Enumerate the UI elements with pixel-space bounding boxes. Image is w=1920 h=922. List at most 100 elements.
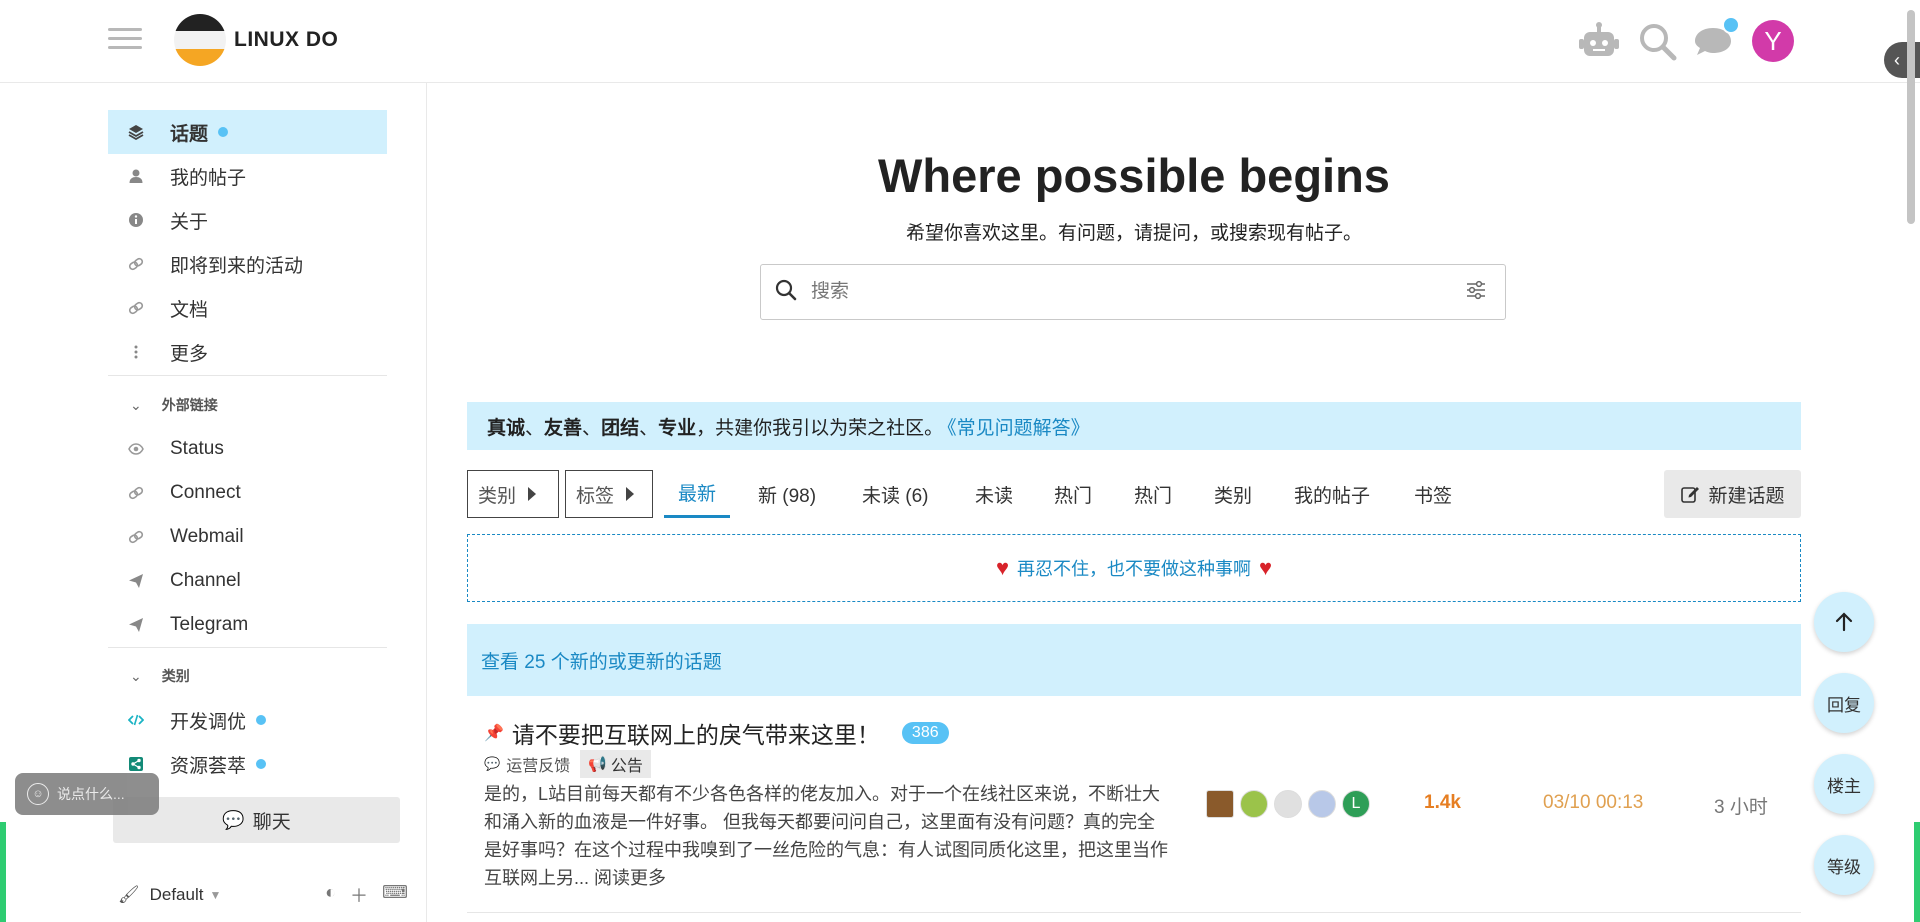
- owner-fab[interactable]: 楼主: [1814, 754, 1874, 814]
- tab-categories[interactable]: 类别: [1214, 470, 1252, 518]
- tab-hot[interactable]: 热门: [1054, 470, 1092, 518]
- unread-dot: [218, 127, 229, 137]
- sidebar-item-status[interactable]: Status: [108, 427, 387, 471]
- keyboard-icon[interactable]: ⌨: [382, 882, 408, 908]
- tab-my-posts[interactable]: 我的帖子: [1294, 470, 1370, 518]
- category-filter-dropdown[interactable]: 类别: [467, 470, 559, 518]
- tab-new[interactable]: 新 (98): [758, 470, 816, 518]
- reply-count-badge[interactable]: 386: [901, 722, 949, 744]
- poster-avatar[interactable]: [1274, 790, 1302, 818]
- banner-separator: 、: [582, 417, 602, 439]
- page-scrollbar[interactable]: [1906, 0, 1916, 922]
- chat-bubble-icon[interactable]: [1692, 16, 1740, 62]
- sidebar-item-label: Telegram: [170, 614, 249, 635]
- chevron-down-icon: ⌄: [130, 667, 142, 684]
- topic-created-date[interactable]: 03/10 00:13: [1543, 792, 1643, 814]
- topic-posters: L: [1206, 790, 1370, 818]
- sidebar-item-label: Webmail: [170, 526, 244, 547]
- tab-top[interactable]: 热门: [1134, 470, 1172, 518]
- edit-icon: [1681, 487, 1700, 503]
- read-more-link[interactable]: 阅读更多: [594, 868, 666, 888]
- search-box: [760, 264, 1506, 320]
- sidebar-item-about[interactable]: 关于: [108, 198, 387, 242]
- reply-fab[interactable]: 回复: [1814, 673, 1874, 733]
- sidebar-divider: [108, 375, 387, 376]
- theme-switcher: 🖌 Default ▼ ◐ ＋ ⌨: [118, 880, 408, 910]
- tag-filter-dropdown[interactable]: 标签: [565, 470, 653, 518]
- banner-value: 专业: [658, 417, 697, 439]
- topic-excerpt: 是的，L站目前每天都有不少各色各样的佬友加入。对于一个在线社区来说，不断壮大和涌…: [484, 780, 1170, 892]
- filter-sliders-icon[interactable]: [1465, 279, 1487, 306]
- sidebar-item-channel[interactable]: Channel: [108, 559, 387, 603]
- section-toggle-categories[interactable]: ⌄ 类别: [108, 661, 387, 691]
- show-new-topics-bar[interactable]: 查看 25 个新的或更新的话题: [467, 624, 1801, 696]
- poster-avatar[interactable]: [1308, 790, 1336, 818]
- banner-value: 友善: [544, 417, 583, 439]
- poster-avatar[interactable]: [1206, 790, 1234, 818]
- tag-filter-label: 标签: [576, 485, 615, 507]
- scroll-top-button[interactable]: [1814, 592, 1874, 652]
- notification-dot: [1722, 16, 1740, 34]
- send-icon: [124, 573, 148, 589]
- comments-icon: 💬: [484, 756, 501, 771]
- new-topic-button[interactable]: 新建话题: [1664, 470, 1801, 518]
- poster-avatar[interactable]: [1240, 790, 1268, 818]
- robot-icon[interactable]: [1578, 20, 1620, 62]
- chevron-down-icon: ⌄: [130, 396, 142, 413]
- sidebar-item-more[interactable]: 更多: [108, 330, 387, 374]
- chat-bubble-icon: 💬: [222, 809, 245, 830]
- tab-bookmarks[interactable]: 书签: [1414, 470, 1452, 518]
- new-topics-text: 查看 25 个新的或更新的话题: [481, 651, 722, 673]
- theme-name[interactable]: Default: [150, 885, 204, 905]
- sidebar-item-label: Connect: [170, 482, 241, 503]
- faq-link[interactable]: 《常见问题解答》: [947, 418, 1090, 439]
- sidebar-item-label: 我的帖子: [170, 167, 247, 189]
- sidebar-item-label: 即将到来的活动: [170, 255, 304, 277]
- tab-unread[interactable]: 未读: [975, 470, 1013, 518]
- topic-category[interactable]: 运营反馈: [506, 752, 570, 776]
- section-title: 外部链接: [161, 397, 218, 413]
- tab-latest[interactable]: 最新: [664, 470, 731, 518]
- user-avatar[interactable]: Y: [1752, 20, 1794, 62]
- brush-icon: 🖌: [118, 885, 140, 904]
- heart-icon: ♥: [995, 555, 1009, 580]
- notice-text[interactable]: 再忍不住，也不要做这种事啊: [1017, 555, 1251, 581]
- sidebar-item-telegram[interactable]: Telegram: [108, 603, 387, 647]
- link-icon: [124, 300, 148, 316]
- caret-right-icon: [626, 487, 635, 501]
- sidebar-item-webmail[interactable]: Webmail: [108, 515, 387, 559]
- hamburger-menu-icon[interactable]: [108, 22, 142, 56]
- topic-tag[interactable]: 📢 公告: [580, 750, 651, 778]
- caret-down-icon[interactable]: ▼: [209, 888, 221, 902]
- level-fab[interactable]: 等级: [1814, 835, 1874, 895]
- link-icon: [124, 529, 148, 545]
- sidebar-item-dev-tuning[interactable]: 开发调优: [108, 698, 387, 742]
- sidebar-item-connect[interactable]: Connect: [108, 471, 387, 515]
- say-something-text: 说点什么...: [57, 786, 125, 802]
- site-brand[interactable]: LINUX DO: [234, 28, 338, 52]
- search-input[interactable]: [809, 280, 1465, 304]
- tab-unread-count[interactable]: 未读 (6): [862, 470, 929, 518]
- plus-icon[interactable]: ＋: [350, 882, 368, 908]
- say-something-widget[interactable]: ☺ 说点什么...: [15, 773, 159, 815]
- scrollbar-thumb[interactable]: [1907, 10, 1915, 224]
- poster-avatar[interactable]: L: [1342, 790, 1370, 818]
- sidebar-item-docs[interactable]: 文档: [108, 286, 387, 330]
- info-icon: [124, 212, 148, 228]
- sidebar-item-my-posts[interactable]: 我的帖子: [108, 154, 387, 198]
- contrast-icon[interactable]: ◐: [325, 882, 336, 908]
- section-toggle-external-links[interactable]: ⌄ 外部链接: [108, 390, 387, 420]
- site-logo[interactable]: [174, 14, 226, 66]
- send-icon: [124, 617, 148, 633]
- banner-separator: 、: [525, 417, 545, 439]
- category-filter-label: 类别: [478, 485, 517, 507]
- new-topic-label: 新建话题: [1708, 485, 1785, 507]
- topic-activity[interactable]: 3 小时: [1714, 792, 1768, 819]
- topic-title[interactable]: 请不要把互联网上的戾气带来这里！: [512, 716, 880, 750]
- search-icon[interactable]: [1636, 20, 1678, 62]
- link-icon: [124, 485, 148, 501]
- megaphone-icon: 📢: [588, 756, 607, 773]
- more-vertical-icon: [124, 344, 148, 360]
- sidebar-item-upcoming-events[interactable]: 即将到来的活动: [108, 242, 387, 286]
- sidebar-item-topics[interactable]: 话题: [108, 110, 387, 154]
